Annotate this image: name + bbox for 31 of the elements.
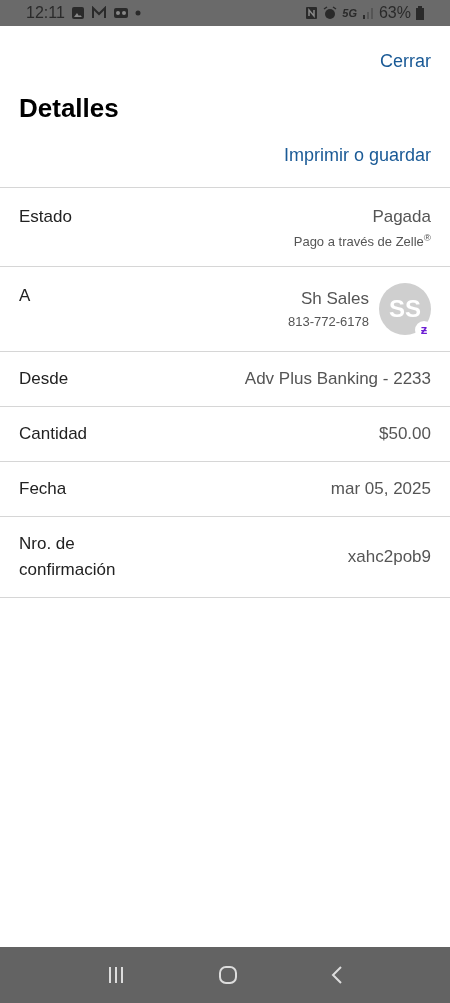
recent-apps-icon[interactable] — [106, 965, 126, 985]
battery-percent: 63% — [378, 3, 411, 23]
row-value: Sh Sales — [300, 287, 369, 310]
image-icon — [70, 6, 85, 20]
row-label: Fecha — [19, 477, 68, 500]
row-label: A — [19, 284, 32, 307]
row-value: Pagada — [372, 206, 431, 228]
phone-number: 813-772-6178 — [288, 312, 369, 331]
payment-note: Pago a través de Zelle$^{®}$ — [293, 232, 431, 251]
row-label: Desde — [19, 367, 70, 390]
voicemail-icon — [112, 6, 129, 20]
alarm-icon — [323, 6, 338, 20]
row-value: xahc2pob9 — [347, 545, 431, 568]
mail-icon — [90, 6, 107, 20]
row-value: Adv Plus Banking - 2233 — [244, 367, 431, 390]
row-value: $50.00 — [379, 422, 431, 445]
network-type: 5G — [342, 5, 357, 21]
row-label: Cantidad — [19, 422, 89, 445]
row-value: mar 05, 2025 — [330, 477, 431, 500]
print-link[interactable]: Imprimir o guardar — [283, 142, 431, 169]
row-label: Estado — [19, 206, 73, 228]
close-link[interactable]: Cerrar — [380, 48, 431, 75]
row-label: Nro. de confirmación — [19, 532, 117, 581]
home-icon[interactable] — [218, 965, 238, 985]
dot-icon — [134, 10, 141, 16]
page-title: Detalles — [18, 92, 120, 125]
nfc-icon — [305, 6, 319, 20]
signal-icon — [361, 7, 374, 19]
back-icon[interactable] — [330, 965, 344, 985]
battery-icon — [416, 6, 424, 20]
status-time: 12:11 — [26, 3, 65, 23]
